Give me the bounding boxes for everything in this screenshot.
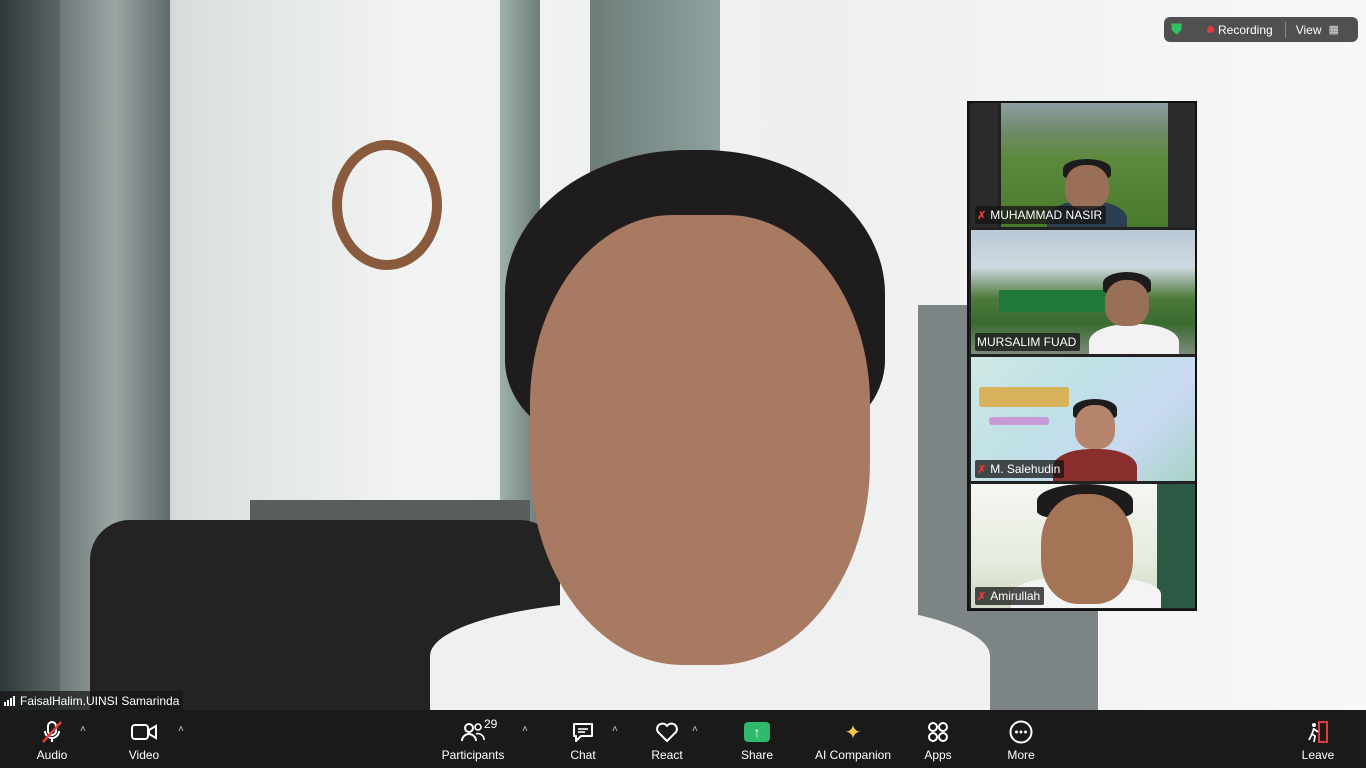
speaker-name: FaisalHalim.UINSI Samarinda xyxy=(20,693,180,708)
video-button[interactable]: Video xyxy=(120,710,168,768)
sparkle-icon: ✦ xyxy=(844,721,862,744)
participants-label: Participants xyxy=(441,748,505,762)
speaker-face xyxy=(530,215,870,665)
curtain xyxy=(0,0,60,710)
participants-count: 29 xyxy=(484,717,498,731)
participant-name: MUHAMMAD NASIR xyxy=(990,208,1103,222)
more-button[interactable]: More xyxy=(1000,710,1042,768)
audio-options-caret-icon[interactable]: ˄ xyxy=(80,724,86,735)
meeting-window: ⛊ Recording View ▦ ✗ MUHAMMAD NASIR MURS… xyxy=(0,0,1366,768)
grid-view-icon[interactable]: ▦ xyxy=(1329,23,1339,36)
ai-companion-button[interactable]: ✦ AI Companion xyxy=(810,710,896,768)
react-label: React xyxy=(651,748,683,762)
react-options-caret-icon[interactable]: ˄ xyxy=(692,724,698,735)
participant-name-tag: ✗ MUHAMMAD NASIR xyxy=(975,206,1107,224)
participant-name: M. Salehudin xyxy=(990,462,1061,476)
wall-ornament xyxy=(332,140,442,270)
participant-tile[interactable]: ✗ MURSALIM FUAD xyxy=(971,230,1195,354)
leave-button[interactable]: Leave xyxy=(1298,710,1338,768)
tile-letterbox xyxy=(1168,103,1195,227)
participant-gallery: ✗ MUHAMMAD NASIR ✗ MURSALIM FUAD ✗ xyxy=(967,101,1197,611)
mic-muted-icon xyxy=(40,719,64,745)
divider xyxy=(1284,21,1286,38)
tile-door xyxy=(1157,484,1195,608)
share-button[interactable]: ↑ Share xyxy=(736,710,778,768)
react-button[interactable]: React xyxy=(645,710,689,768)
participant-face xyxy=(1105,280,1149,326)
participant-name-tag: ✗ MURSALIM FUAD xyxy=(975,333,1081,351)
more-dots-icon xyxy=(1009,719,1033,745)
participants-icon: 29 xyxy=(460,717,497,745)
participant-tile[interactable]: ✗ Amirullah xyxy=(971,484,1195,608)
chat-options-caret-icon[interactable]: ˄ xyxy=(612,724,618,735)
chat-bubble-icon xyxy=(571,719,595,745)
participants-button[interactable]: 29 Participants xyxy=(438,710,508,768)
participant-name-tag: ✗ Amirullah xyxy=(975,587,1045,605)
mic-muted-icon: ✗ xyxy=(977,463,987,476)
recording-dot-icon xyxy=(1207,26,1214,33)
participant-face xyxy=(1075,405,1115,449)
webinar-date-strip xyxy=(989,417,1049,425)
mic-muted-icon: ✗ xyxy=(977,590,987,603)
chat-button[interactable]: Chat xyxy=(562,710,604,768)
apps-label: Apps xyxy=(924,748,952,762)
share-label: Share xyxy=(740,748,774,762)
chat-label: Chat xyxy=(570,748,596,762)
leave-door-icon xyxy=(1306,719,1330,745)
participant-body xyxy=(1089,324,1179,354)
heart-icon xyxy=(655,719,679,745)
participant-name: Amirullah xyxy=(990,589,1041,603)
apps-button[interactable]: Apps xyxy=(918,710,958,768)
apps-grid-icon xyxy=(926,719,950,745)
audio-button[interactable]: Audio xyxy=(28,710,76,768)
participant-face xyxy=(1041,494,1133,604)
video-camera-icon xyxy=(131,719,157,745)
campus-sign xyxy=(999,290,1109,312)
video-options-caret-icon[interactable]: ˄ xyxy=(178,724,184,735)
participant-name: MURSALIM FUAD xyxy=(977,335,1077,349)
video-label: Video xyxy=(128,748,160,762)
participant-tile[interactable]: ✗ MUHAMMAD NASIR xyxy=(971,103,1195,227)
ai-companion-label: AI Companion xyxy=(814,748,892,762)
participant-face xyxy=(1065,165,1109,209)
participants-options-caret-icon[interactable]: ˄ xyxy=(522,724,528,735)
participant-tile[interactable]: ✗ M. Salehudin xyxy=(971,357,1195,481)
participant-body xyxy=(1053,449,1137,481)
share-screen-icon: ↑ xyxy=(744,719,770,745)
audio-label: Audio xyxy=(36,748,68,762)
leave-label: Leave xyxy=(1301,748,1335,762)
speaker-name-tag: FaisalHalim.UINSI Samarinda xyxy=(0,691,184,710)
webinar-banner xyxy=(979,387,1069,407)
meeting-toolbar: Audio ˄ Video ˄ 29 Participants ˄ Chat ˄ xyxy=(0,710,1366,768)
recording-bar: ⛊ Recording View ▦ xyxy=(1164,17,1358,42)
view-button[interactable]: View xyxy=(1296,23,1322,37)
more-label: More xyxy=(1007,748,1035,762)
shield-check-icon[interactable]: ⛊ xyxy=(1171,21,1187,39)
participant-name-tag: ✗ M. Salehudin xyxy=(975,460,1065,478)
mic-muted-icon: ✗ xyxy=(977,209,987,222)
recording-label[interactable]: Recording xyxy=(1218,23,1273,37)
signal-strength-icon xyxy=(4,695,15,706)
